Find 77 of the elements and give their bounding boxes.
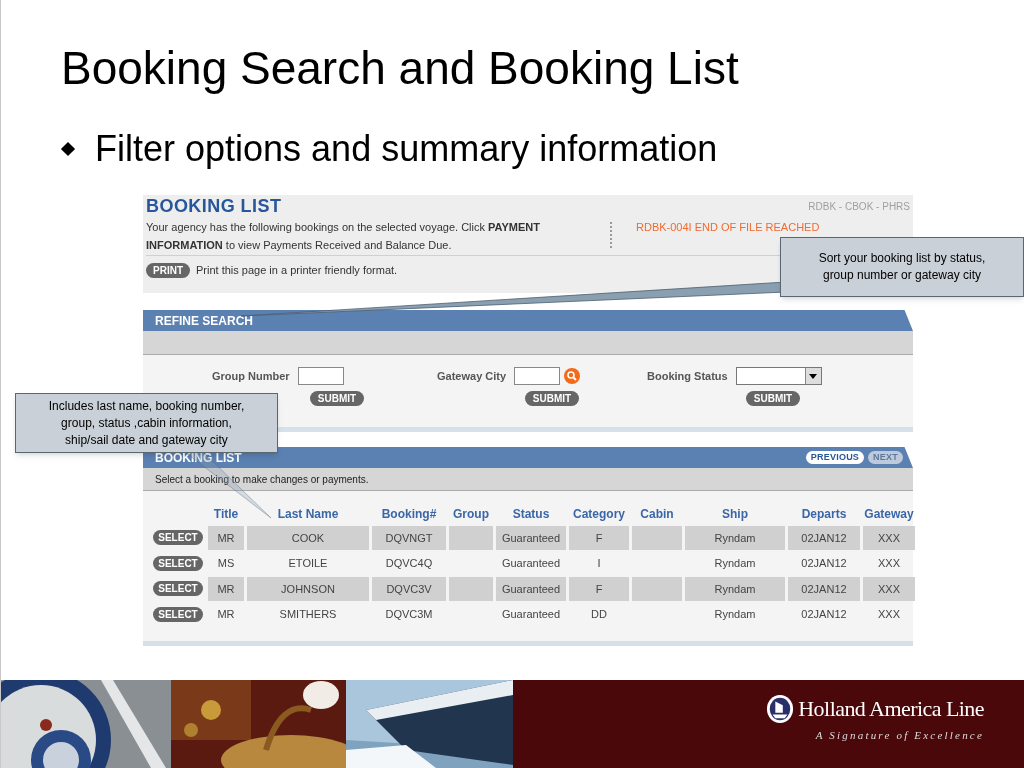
table-cell-text: MR (216, 607, 236, 622)
select-button[interactable]: SELECT (153, 606, 203, 622)
status-message: RDBK-004I END OF FILE REACHED (636, 220, 820, 235)
column-header: Gateway (863, 506, 915, 523)
table-cell: XXX (863, 577, 915, 601)
ship-logo-icon (766, 692, 795, 725)
filter-label: Group Number (212, 368, 290, 384)
table-cell: XXX (863, 526, 915, 550)
table-cell (632, 526, 682, 550)
table-cell: F (569, 577, 629, 601)
pager-button[interactable]: PREVIOUS (805, 451, 865, 464)
table-cell: F (569, 526, 629, 550)
table-cell: JOHNSON (247, 577, 369, 601)
table-cell (632, 577, 682, 601)
table-cell-text: 02JAN12 (800, 607, 848, 622)
column-header: Status (511, 506, 551, 523)
print-note: Print this page in a printer friendly format. (196, 263, 398, 278)
column-header: Last Name (276, 506, 340, 523)
text-field[interactable] (514, 367, 561, 385)
table-cell-text: Guaranteed (500, 556, 562, 571)
print-button[interactable]: PRINT (146, 262, 190, 278)
table-cell: Guaranteed (496, 577, 566, 601)
table-cell-text: Ryndam (713, 607, 757, 622)
filter-label: Booking Status (647, 368, 728, 384)
table-cell-text: Guaranteed (500, 607, 562, 622)
status-dropdown[interactable] (735, 367, 822, 385)
callout-text: Includes last name, booking number, group, status ,cabin information, ship/sail date and gateway city (47, 397, 246, 449)
table-cell-text: DD (590, 607, 608, 622)
table-cell (449, 526, 493, 550)
table-cell (449, 577, 493, 601)
table-cell: Guaranteed (496, 526, 566, 550)
table-cell-text: I (596, 556, 602, 571)
column-header: Booking# (380, 506, 438, 523)
filter-label: Gateway City (437, 368, 507, 384)
table-cell-text: MS (216, 556, 236, 571)
select-button[interactable]: SELECT (153, 530, 203, 546)
column-header: Cabin (639, 506, 675, 523)
table-cell: MR (208, 577, 244, 601)
table-cell-text: DQVC4Q (384, 556, 434, 571)
page-title: BOOKING LIST (146, 196, 282, 216)
submit-button[interactable]: SUBMIT (746, 391, 800, 406)
select-button[interactable]: SELECT (153, 555, 203, 571)
table-cell: Ryndam (685, 577, 785, 601)
screen-codes: RDBK - CBOK - PHRS (808, 200, 910, 214)
table-cell-text: Ryndam (713, 556, 757, 571)
table-cell: COOK (247, 526, 369, 550)
submit-button[interactable]: SUBMIT (310, 391, 364, 406)
submit-button[interactable]: SUBMIT (525, 391, 579, 406)
table-cell: DQVNGT (372, 526, 446, 550)
column-header: Category (572, 506, 626, 523)
table-cell: 02JAN12 (788, 526, 860, 550)
callout-text: Sort your booking list by status, group number or gateway city (817, 250, 987, 284)
search-icon[interactable] (564, 368, 581, 384)
brand-name: Holland America Line (798, 695, 984, 723)
table-cell: DQVC3V (372, 577, 446, 601)
table-cell-text: XXX (877, 556, 901, 571)
table-cell: 02JAN12 (788, 577, 860, 601)
brand-tagline: A Signature of Excellence (815, 728, 984, 743)
bullet-text: Filter options and summary information (95, 127, 718, 171)
column-header: Title (212, 506, 240, 523)
text-field[interactable] (297, 367, 344, 385)
column-header: Ship (721, 506, 749, 523)
table-cell: MR (208, 526, 244, 550)
table-cell-text: SMITHERS (278, 607, 338, 622)
table-cell-text: ETOILE (287, 556, 329, 571)
intro-text: Your agency has the following bookings on the selected voyage. Click PAYMENT INFORMATION to view Payments Received and Balance Due. (146, 220, 541, 253)
column-header: Departs (800, 506, 848, 523)
select-button[interactable]: SELECT (153, 581, 203, 597)
table-cell-text: 02JAN12 (800, 556, 848, 571)
column-header: Group (452, 506, 490, 523)
section-title: BOOKING LIST (155, 449, 242, 467)
table-cell-text: DQVC3M (384, 607, 434, 622)
slide-title: Booking Search and Booking List (61, 42, 739, 94)
table-cell-text: XXX (877, 607, 901, 622)
hint-text: Select a booking to make changes or payments. (155, 472, 369, 487)
table-cell: Ryndam (685, 526, 785, 550)
section-title: REFINE SEARCH (155, 312, 253, 330)
